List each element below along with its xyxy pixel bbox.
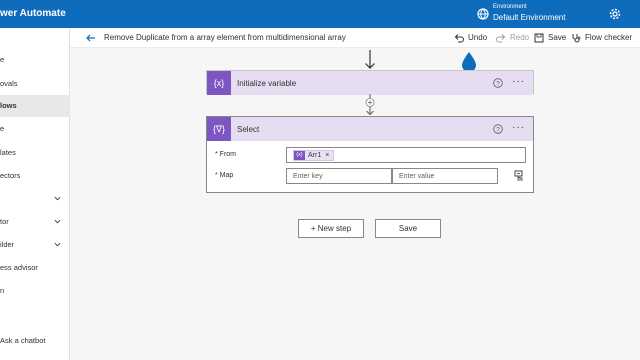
help-icon[interactable]: ? [493,124,503,134]
chevron-down-icon [54,219,61,224]
left-nav: e ovals lows e lates ectors tor ilder es… [0,28,70,360]
stethoscope-icon [572,34,581,43]
card-header[interactable]: {x} Initialize variable ? ··· [207,71,533,95]
variable-icon: {x} [207,71,231,95]
nav-label: ectors [0,171,21,180]
nav-label: ess advisor [0,263,38,272]
dynamic-content-token[interactable]: {x} Arr1 × [293,150,335,161]
nav-label: lates [0,148,16,157]
nav-item-ai-builder[interactable]: ilder [0,234,70,256]
initialize-variable-card[interactable]: {x} Initialize variable ? ··· [206,70,534,95]
redo-label: Redo [510,33,530,42]
nav-label: ovals [0,79,18,88]
nav-item-my-flows[interactable]: lows [0,95,70,117]
new-step-button[interactable]: + New step [298,219,364,238]
more-options-icon[interactable]: ··· [512,123,525,133]
token-remove-icon[interactable]: × [325,152,329,159]
nav-label: e [0,55,5,64]
card-title: Initialize variable [237,79,297,88]
nav-item-connectors[interactable]: ectors [0,165,70,187]
flow-arrow-icon [365,50,375,69]
value-placeholder: Enter value [399,173,435,180]
nav-item-learn[interactable]: n [0,280,70,302]
map-label: * Map [215,172,234,179]
undo-label: Undo [468,33,488,42]
svg-text:?: ? [496,126,500,133]
save-label: Save [548,33,567,42]
nav-item-approvals[interactable]: ovals [0,73,70,95]
canvas-save-button[interactable]: Save [375,219,441,238]
save-icon [534,33,544,43]
nav-item-home[interactable]: e [0,49,70,71]
command-bar: Remove Duplicate from a array element fr… [70,28,640,48]
top-bar: wer Automate Environment Default Environ… [0,0,640,28]
nav-item-data[interactable] [0,188,70,210]
nav-label: tor [0,217,9,226]
map-key-input[interactable]: Enter key [286,168,392,184]
svg-text:?: ? [496,80,500,87]
nav-label: n [0,286,5,295]
map-value-input[interactable]: Enter value [392,168,498,184]
switch-to-text-mode-icon[interactable] [513,170,525,182]
back-arrow-icon[interactable] [85,32,97,44]
nav-item-process-advisor[interactable]: ess advisor [0,257,70,279]
flow-title: Remove Duplicate from a array element fr… [104,33,346,42]
chevron-down-icon [54,196,61,201]
environment-label: Environment [493,4,527,10]
nav-item-templates[interactable]: lates [0,142,70,164]
help-icon[interactable]: ? [493,78,503,88]
flow-checker-label: Flow checker [585,33,633,42]
environment-icon[interactable] [476,7,490,21]
nav-label: Ask a chatbot [0,336,46,345]
environment-name[interactable]: Default Environment [493,13,565,22]
key-placeholder: Enter key [293,173,323,180]
insert-step-icon[interactable] [364,94,376,116]
redo-icon [496,34,506,43]
from-label: * From [215,151,236,158]
chevron-down-icon [54,242,61,247]
from-input[interactable]: {x} Arr1 × [286,147,526,163]
nav-item-ask-chatbot[interactable]: Ask a chatbot [0,330,70,352]
nav-item-monitor[interactable]: tor [0,211,70,233]
nav-label: ilder [0,240,15,249]
more-options-icon[interactable]: ··· [512,77,525,87]
card-header[interactable]: {∇} Select ? ··· [207,117,533,141]
select-card[interactable]: {∇} Select ? ··· * From {x} Arr1 × * Map … [206,116,534,193]
nav-label: lows [0,101,17,110]
card-title: Select [237,125,260,134]
select-data-icon: {∇} [207,117,231,141]
settings-gear-icon[interactable] [608,7,622,21]
app-title[interactable]: wer Automate [0,8,66,19]
token-label: Arr1 [308,152,322,159]
nav-label: e [0,124,5,133]
nav-item-create[interactable]: e [0,118,70,140]
undo-icon [454,34,464,43]
variable-icon: {x} [294,151,305,160]
